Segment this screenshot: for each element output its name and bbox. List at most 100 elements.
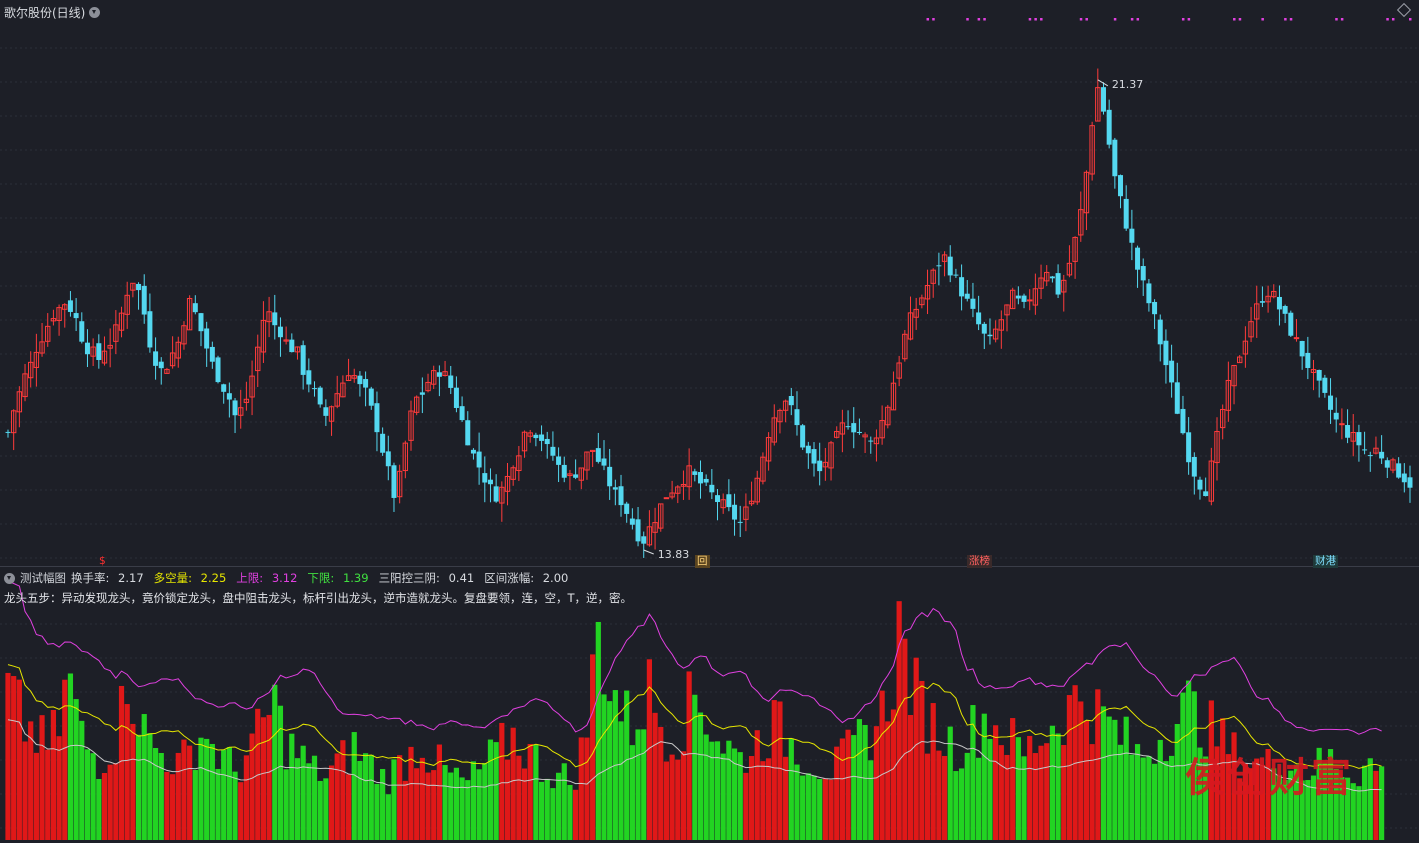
candle-body-down — [544, 438, 550, 445]
candle-body-down — [436, 372, 442, 377]
candle-body-down — [1288, 312, 1294, 336]
candle-body-down — [817, 460, 823, 472]
volume-bar-down — [306, 763, 312, 840]
marker-caigang[interactable]: 财港 — [1313, 555, 1338, 568]
candle-body-down — [289, 339, 295, 353]
candle-body-down — [1203, 491, 1209, 497]
volume-bar-down — [209, 743, 215, 840]
volume-bar-up — [175, 752, 181, 840]
volume-bar-down — [351, 732, 357, 840]
volume-bar-up — [748, 756, 755, 840]
candle-body-down — [1197, 479, 1203, 490]
volume-bar-up — [113, 762, 119, 840]
volume-bar-up — [504, 759, 511, 840]
volume-bar-up — [62, 679, 68, 840]
candle-body-down — [272, 312, 278, 326]
volume-bar-up — [998, 745, 1004, 840]
signal-dot — [1028, 18, 1032, 21]
longshort-label: 多空量: — [153, 571, 193, 585]
candle-body-down — [703, 478, 709, 483]
range-readout: 区间涨幅: 2.00 — [484, 570, 573, 586]
volume-bar-up — [16, 679, 22, 840]
marker-hui[interactable]: 回 — [695, 555, 710, 568]
candle-body-down — [380, 433, 386, 453]
candle-body-down — [221, 384, 227, 392]
volume-bar-up — [50, 709, 57, 840]
candle-body-down — [1299, 340, 1305, 357]
candle-body-down — [363, 379, 369, 388]
candle-body-down — [1316, 369, 1322, 381]
candle-body-down — [141, 285, 147, 315]
candle-body-down — [1384, 460, 1390, 468]
candle-body-down — [805, 445, 811, 454]
candle-body-down — [1259, 301, 1265, 303]
volume-bar-up — [345, 774, 352, 840]
volume-bar-down — [198, 737, 204, 840]
stock-title: 歌尔股份(日线) — [4, 5, 86, 20]
volume-bar-down — [703, 734, 709, 840]
lower-readout: 下限: 1.39 — [307, 570, 373, 586]
volume-bar-up — [680, 751, 687, 840]
three-readout: 三阳控三阴: 0.41 — [379, 570, 480, 586]
volume-bar-down — [226, 747, 232, 840]
candle-body-down — [851, 423, 857, 433]
candle-body-down — [692, 471, 698, 475]
volume-bar-up — [1083, 720, 1090, 840]
volume-bar-up — [1066, 695, 1073, 840]
range-value: 2.00 — [542, 571, 569, 585]
volume-bar-down — [1015, 737, 1021, 840]
volume-bar-down — [192, 770, 198, 840]
volume-bar-down — [1146, 756, 1152, 840]
volume-bar-up — [879, 690, 885, 840]
indicator-dropdown-icon[interactable] — [4, 572, 15, 584]
candle-body-down — [1401, 473, 1407, 483]
candle-body-down — [158, 361, 164, 369]
candle-body-down — [79, 321, 85, 342]
candle-body-down — [1305, 352, 1311, 368]
signal-dot — [1289, 18, 1293, 21]
candle-body-up — [1027, 299, 1033, 302]
volume-bar-down — [561, 763, 567, 840]
marker-zhangbang[interactable]: 涨榜 — [967, 555, 992, 568]
title-dropdown-icon[interactable] — [89, 6, 101, 18]
volume-bar-down — [84, 749, 91, 840]
chart-canvas: 21.37 13.83 — [0, 18, 1419, 840]
chart-title-bar: 歌尔股份(日线) — [4, 3, 101, 21]
volume-bar-down — [1049, 725, 1056, 840]
indicator-name[interactable]: 测试幅图 — [20, 570, 66, 586]
candle-body-down — [67, 300, 73, 312]
signal-dot — [1130, 18, 1134, 21]
volume-bar-up — [124, 704, 130, 840]
volume-bar-down — [555, 772, 562, 840]
volume-bar-up — [669, 754, 675, 840]
volume-bar-up — [521, 768, 528, 840]
candle-body-down — [277, 326, 283, 338]
candle-body-down — [192, 303, 198, 313]
volume-bar-up — [902, 638, 908, 840]
volume-bar-up — [238, 782, 244, 840]
candle-body-down — [136, 283, 142, 291]
candle-body-down — [1140, 266, 1146, 281]
turnover-label: 换手率: — [71, 571, 110, 585]
volume-bar-up — [414, 768, 420, 840]
candle-body-down — [385, 451, 391, 467]
candle-body-down — [1100, 87, 1106, 112]
volume-bar-up — [266, 714, 272, 840]
volume-bar-up — [11, 676, 17, 840]
signal-dot — [1181, 18, 1185, 21]
candle-body-up — [663, 497, 670, 500]
candle-body-down — [198, 313, 204, 332]
volume-bar-up — [993, 725, 999, 840]
volume-bar-up — [118, 685, 125, 840]
volume-bar-up — [573, 789, 579, 840]
candle-body-down — [987, 334, 993, 337]
candle-body-down — [453, 387, 459, 408]
candle-body-down — [1021, 295, 1027, 302]
candle-body-down — [209, 346, 215, 362]
volume-bar-up — [822, 778, 828, 840]
volume-bar-down — [862, 724, 868, 840]
volume-bar-up — [890, 709, 897, 840]
marker-dollar[interactable]: $ — [97, 555, 108, 568]
candle-body-down — [981, 323, 987, 334]
candle-body-down — [737, 521, 743, 523]
